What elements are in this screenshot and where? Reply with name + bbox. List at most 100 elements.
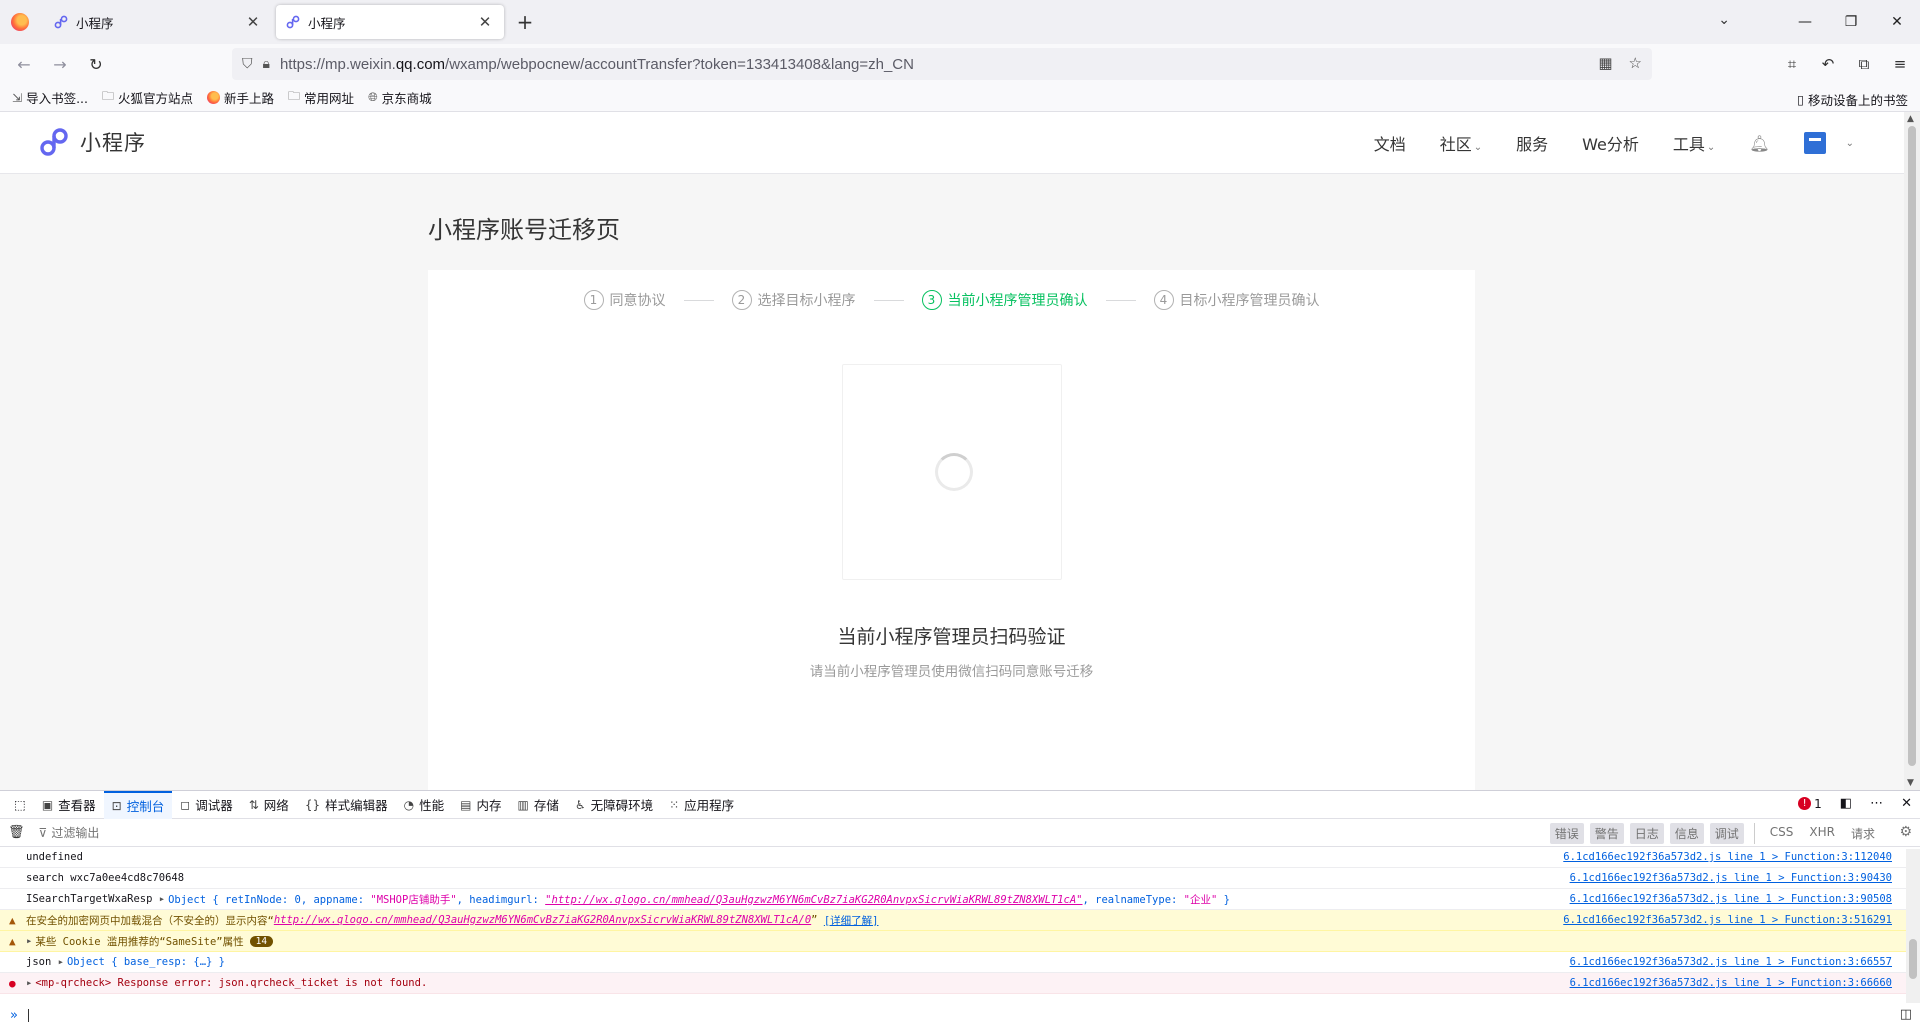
more-options-icon[interactable]: ⋯ — [1870, 796, 1883, 811]
nav-services[interactable]: 服务 — [1516, 131, 1548, 155]
log-source-link[interactable]: 6.1cd166ec192f36a573d2.js line 1 > Funct… — [1570, 872, 1892, 884]
browser-tab-1[interactable]: 小程序 ✕ — [44, 5, 272, 39]
filter-requests[interactable]: 请求 — [1846, 823, 1880, 844]
back-icon[interactable]: ← — [6, 48, 42, 80]
console-scrollbar[interactable] — [1906, 849, 1920, 1003]
scroll-up-icon[interactable]: ▲ — [1907, 114, 1914, 124]
scroll-down-icon[interactable]: ▼ — [1907, 778, 1914, 788]
extensions-icon[interactable]: ⧉ — [1852, 48, 1876, 80]
tab-label: 性能 — [419, 798, 445, 813]
avatar — [1803, 132, 1826, 154]
log-object[interactable]: Object { retInNode: 0, appname: "MSHOP店铺… — [168, 892, 1230, 907]
dock-side-icon[interactable]: ◧ — [1840, 796, 1852, 811]
nav-tools[interactable]: 工具 ⌄ — [1673, 131, 1715, 155]
filter-warnings[interactable]: 警告 — [1589, 823, 1624, 844]
tab-debugger[interactable]: ◻ 调试器 — [172, 791, 240, 819]
page-title: 小程序账号迁移页 — [428, 216, 620, 244]
step-label: 当前小程序管理员确认 — [947, 293, 1088, 309]
nav-analytics[interactable]: We分析 — [1582, 131, 1639, 155]
console-input[interactable]: » ◫ — [0, 1004, 1920, 1026]
obj-part: , headimgurl: — [456, 893, 546, 906]
bookmark-import[interactable]: ⇲ 导入书签... — [12, 88, 88, 107]
tab-style-editor[interactable]: {} 样式编辑器 — [297, 791, 396, 819]
tab-storage[interactable]: ▥ 存储 — [509, 791, 566, 819]
page-scrollbar[interactable]: ▲ ▼ — [1904, 112, 1920, 790]
minimize-icon[interactable]: — — [1782, 14, 1828, 30]
tab-inspector[interactable]: ▣ 查看器 — [34, 791, 104, 819]
nav-docs[interactable]: 文档 — [1374, 131, 1406, 155]
filter-input[interactable]: 过滤输出 — [51, 824, 99, 841]
log-object[interactable]: Object { base_resp: {…} } — [67, 956, 225, 968]
scan-subtitle: 请当前小程序管理员使用微信扫码同意账号迁移 — [809, 664, 1094, 680]
url-bar[interactable]: ⛉ 🔒︎ https://mp.weixin.qq.com/wxamp/webp… — [232, 48, 1652, 80]
console-warning-group[interactable]: ▲ ▸ 某些 Cookie 滥用推荐的“SameSite”属性 14 — [0, 931, 1920, 952]
log-link[interactable]: http://wx.qlogo.cn/mmhead/Q3auHgzwzM6YN6… — [274, 914, 811, 926]
brand[interactable]: 小程序 — [38, 126, 146, 158]
close-window-icon[interactable]: ✕ — [1874, 14, 1920, 30]
filter-errors[interactable]: 错误 — [1549, 823, 1584, 844]
bookmark-getting-started[interactable]: 新手上路 — [207, 88, 274, 107]
bookmark-star-icon[interactable]: ☆ — [1629, 54, 1642, 72]
log-source-link[interactable]: 6.1cd166ec192f36a573d2.js line 1 > Funct… — [1570, 956, 1892, 968]
undo-icon[interactable]: ↶ — [1816, 48, 1840, 80]
tab-label: 控制台 — [126, 799, 165, 814]
close-tab-icon[interactable]: ✕ — [476, 13, 494, 31]
menu-icon[interactable]: ≡ — [1888, 48, 1912, 80]
error-count-badge[interactable]: ! 1 — [1798, 797, 1822, 811]
qr-code-icon[interactable]: ▦ — [1598, 54, 1612, 72]
reload-icon[interactable]: ↻ — [78, 48, 114, 80]
tab-performance[interactable]: ◔ 性能 — [396, 791, 453, 819]
obj-headimgurl[interactable]: "http://wx.qlogo.cn/mmhead/Q3auHgzwzM6YN… — [545, 894, 1082, 906]
bookmark-common-sites[interactable]: 🗀 常用网址 — [288, 87, 354, 108]
tab-memory[interactable]: ▤ 内存 — [452, 791, 509, 819]
expand-triangle-icon[interactable]: ▸ — [26, 935, 32, 947]
url-text[interactable]: https://mp.weixin.qq.com/wxamp/webpocnew… — [280, 56, 914, 73]
close-devtools-icon[interactable]: ✕ — [1901, 796, 1912, 811]
lock-icon[interactable]: 🔒︎ — [263, 56, 270, 72]
globe-icon: 🌐︎ — [368, 90, 378, 104]
log-source-link[interactable]: 6.1cd166ec192f36a573d2.js line 1 > Funct… — [1570, 893, 1892, 905]
bookmark-firefox-site[interactable]: 🗀 火狐官方站点 — [102, 87, 193, 108]
log-source-link[interactable]: 6.1cd166ec192f36a573d2.js line 1 > Funct… — [1563, 914, 1892, 926]
restore-icon[interactable]: ❐ — [1828, 14, 1874, 30]
filter-xhr[interactable]: XHR — [1804, 823, 1840, 844]
expand-triangle-icon[interactable]: ▸ — [159, 893, 165, 905]
learn-more-link[interactable]: [详细了解] — [824, 913, 879, 928]
log-source-link[interactable]: 6.1cd166ec192f36a573d2.js line 1 > Funct… — [1563, 851, 1892, 863]
filter-info[interactable]: 信息 — [1669, 823, 1704, 844]
filter-logs[interactable]: 日志 — [1629, 823, 1664, 844]
shield-icon[interactable]: ⛉ — [242, 56, 253, 72]
nav-community[interactable]: 社区 ⌄ — [1440, 131, 1482, 155]
tab-accessibility[interactable]: ♿︎ 无障碍环境 — [567, 791, 661, 819]
pick-element-icon[interactable]: ⬚ — [6, 791, 34, 819]
browser-tab-2[interactable]: 小程序 ✕ — [276, 5, 504, 39]
tab-console[interactable]: ⊡ 控制台 — [103, 790, 173, 819]
bookmark-jd[interactable]: 🌐︎ 京东商城 — [368, 88, 432, 107]
editor-mode-icon[interactable]: ◫ — [1900, 1007, 1912, 1022]
chevron-down-icon: ⌄ — [1473, 142, 1483, 153]
account-menu[interactable]: ⌄ — [1803, 132, 1854, 154]
tab-network[interactable]: ⇅ 网络 — [241, 791, 297, 819]
filter-css[interactable]: CSS — [1765, 823, 1799, 844]
tab-application[interactable]: ⁙ 应用程序 — [661, 791, 742, 819]
console-message: json ▸ Object { base_resp: {…} } 6.1cd166… — [0, 952, 1920, 973]
mobile-bookmarks[interactable]: ▯ 移动设备上的书签 — [1797, 90, 1908, 109]
firefox-view-button[interactable] — [0, 0, 40, 44]
expand-triangle-icon[interactable]: ▸ — [26, 977, 32, 989]
screenshot-icon[interactable]: ⌗ — [1780, 48, 1804, 80]
brand-name: 小程序 — [80, 131, 146, 155]
gear-icon[interactable]: ⚙ — [1899, 824, 1912, 840]
step-label: 目标小程序管理员确认 — [1179, 293, 1320, 309]
close-tab-icon[interactable]: ✕ — [244, 13, 262, 31]
new-tab-button[interactable]: + — [508, 5, 542, 39]
step-number: 2 — [731, 290, 752, 310]
forward-icon[interactable]: → — [42, 48, 78, 80]
scrollbar-thumb[interactable] — [1908, 126, 1916, 766]
clear-console-icon[interactable]: 🗑︎ — [8, 825, 25, 840]
filter-debug[interactable]: 调试 — [1709, 823, 1744, 844]
expand-triangle-icon[interactable]: ▸ — [58, 956, 64, 968]
bell-icon[interactable]: 🔔︎ — [1749, 134, 1769, 153]
list-all-tabs-icon[interactable]: ⌄ — [1718, 12, 1730, 28]
log-source-link[interactable]: 6.1cd166ec192f36a573d2.js line 1 > Funct… — [1569, 977, 1892, 989]
scrollbar-thumb[interactable] — [1909, 939, 1917, 979]
